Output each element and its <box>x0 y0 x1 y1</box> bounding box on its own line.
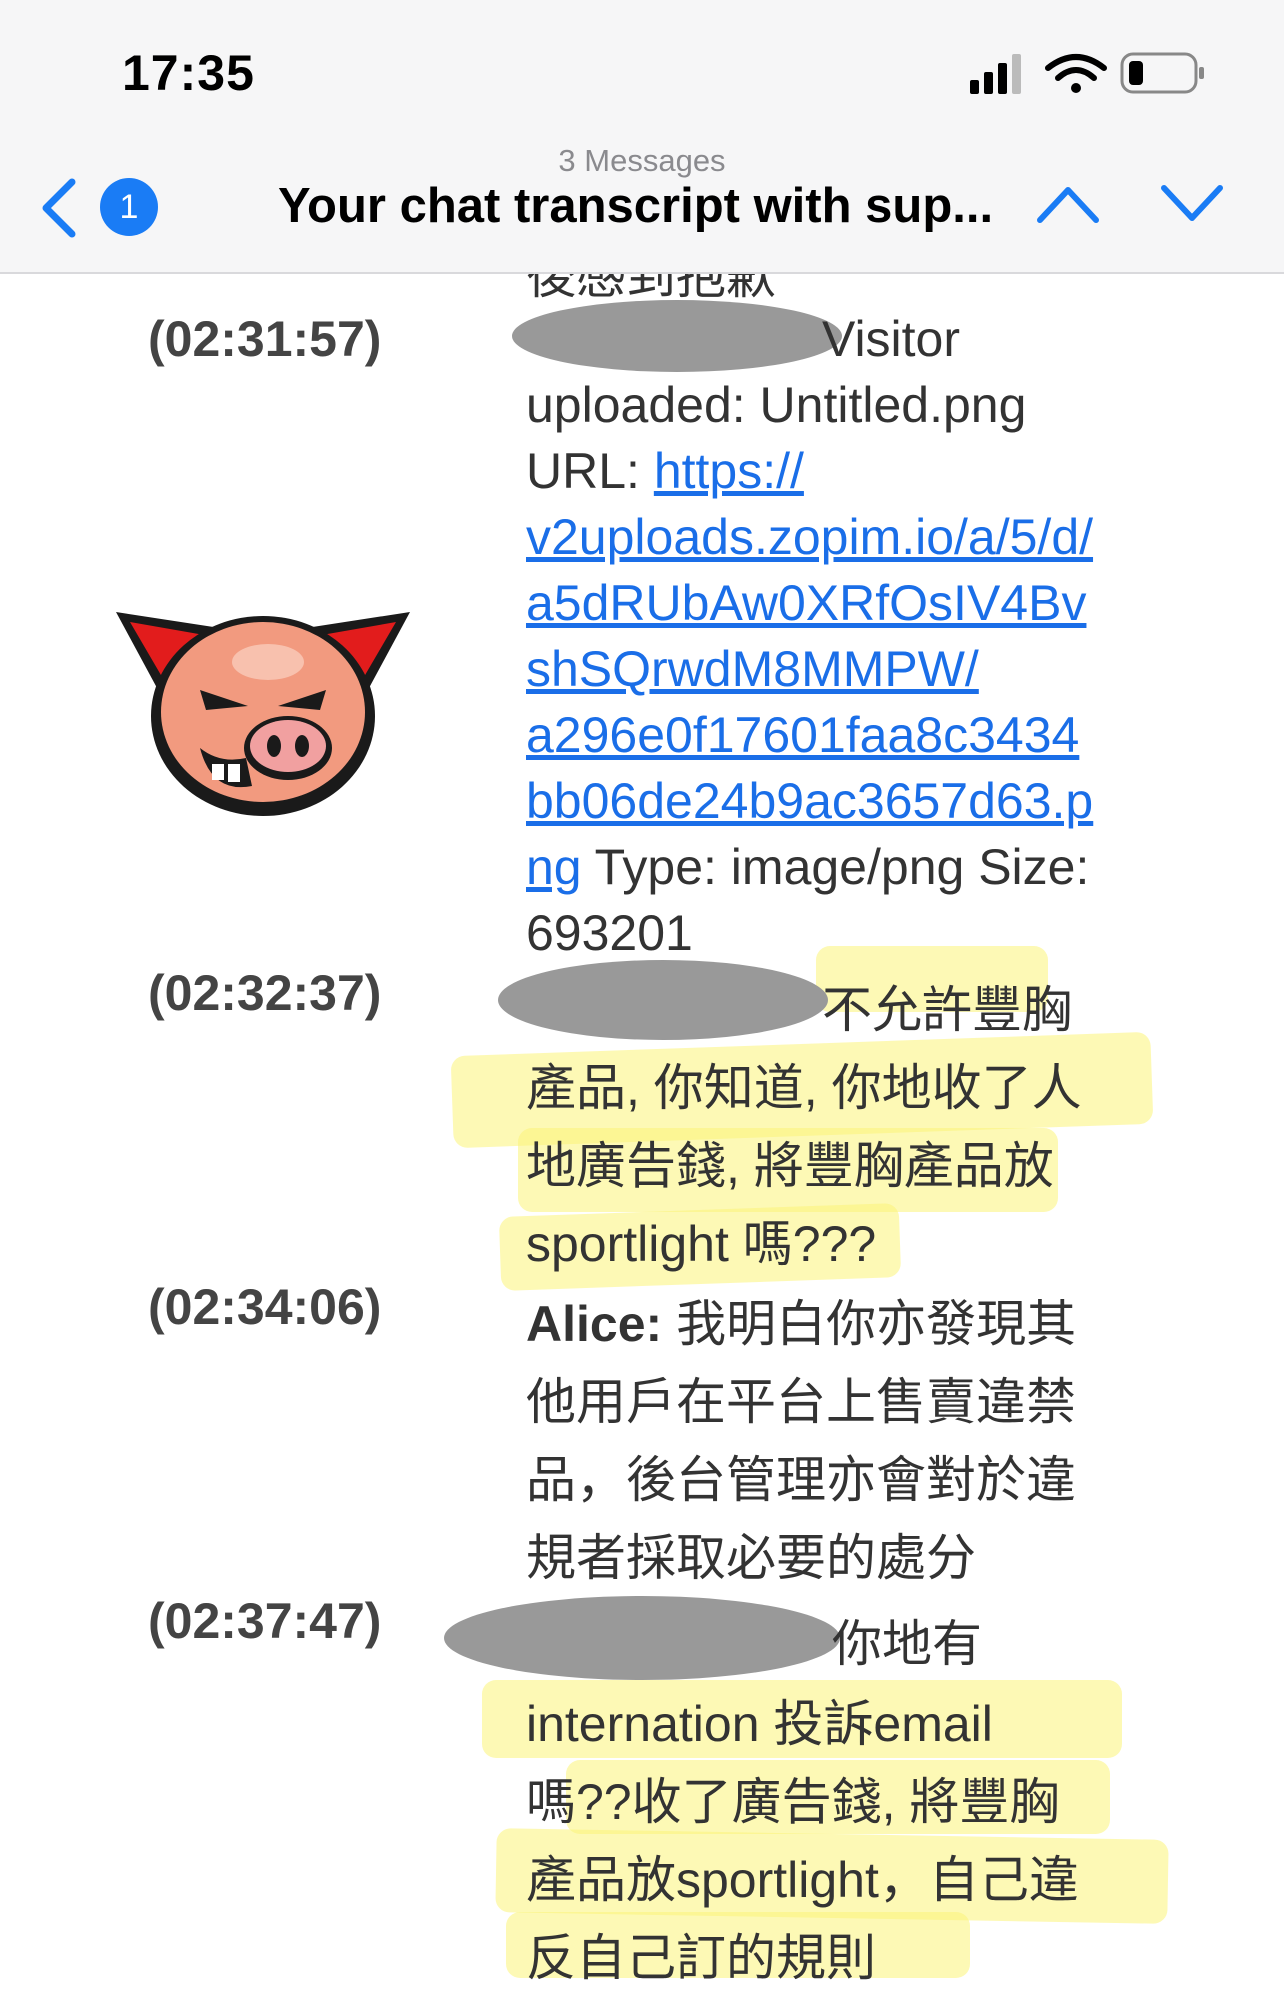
url-label: URL: <box>526 443 640 499</box>
message-text: 你地有 <box>832 1616 982 1672</box>
message-text: 地廣告錢, 將豐胸產品放 <box>526 1138 1054 1194</box>
redaction-blur <box>512 300 842 372</box>
chevron-up-icon[interactable] <box>1036 184 1100 224</box>
upload-link[interactable]: a5dRUbAw0XRfOsIV4Bv <box>526 574 1086 632</box>
unread-count-badge[interactable]: 1 <box>100 178 158 236</box>
signal-icon <box>970 54 1021 94</box>
message-count: 3 Messages <box>558 143 726 178</box>
message-text: 不允許豐胸 <box>822 982 1072 1038</box>
sender-name: Alice: <box>526 1296 663 1352</box>
message-text: 產品, 你知道, 你地收了人 <box>526 1060 1082 1116</box>
upload-link[interactable]: shSQrwdM8MMPW/ <box>526 640 979 698</box>
message-text: sportlight 嗎??? <box>526 1216 877 1272</box>
message-text: 嗎??收了廣告錢, 將豐胸 <box>526 1774 1060 1830</box>
upload-link[interactable]: https:// <box>654 443 804 499</box>
chevron-down-icon[interactable] <box>1160 184 1224 224</box>
message-text: uploaded: Untitled.png <box>526 377 1027 433</box>
message-text: 品，後台管理亦會對於違 <box>526 1452 1076 1508</box>
message-text: 產品放sportlight，自己違 <box>526 1852 1079 1908</box>
message-text: 反自己訂的規則 <box>526 1930 876 1986</box>
url-line: URL: https:// <box>526 442 804 500</box>
timestamp: (02:37:47) <box>148 1593 382 1649</box>
message-text: 我明白你亦發現其 <box>676 1296 1077 1352</box>
url-tail-line: ng Type: image/png Size: <box>526 838 1089 896</box>
timestamp: (02:31:57) <box>148 311 382 367</box>
file-type-size: Type: image/png Size: <box>594 839 1090 895</box>
status-time: 17:35 <box>122 45 255 101</box>
sender-name: Visitor <box>822 311 961 367</box>
upload-link[interactable]: v2uploads.zopim.io/a/5/d/ <box>526 508 1093 566</box>
status-icons <box>970 52 1204 94</box>
battery-icon <box>1120 52 1204 94</box>
mail-header: 17:35 1 3 Messages Your chat transcript … <box>0 0 1284 274</box>
message-text: internation 投訴email <box>526 1696 993 1752</box>
file-size-value: 693201 <box>526 905 693 961</box>
message-text: 他用戶在平台上售賣違禁 <box>526 1374 1076 1430</box>
pig-avatar-icon <box>116 612 410 816</box>
timestamp: (02:32:37) <box>148 965 382 1021</box>
thread-title: Your chat transcript with sup... <box>278 179 994 233</box>
redaction-blur <box>498 960 828 1040</box>
timestamp: (02:34:06) <box>148 1279 382 1335</box>
upload-link[interactable]: bb06de24b9ac3657d63.p <box>526 772 1093 830</box>
wifi-icon <box>1045 54 1107 93</box>
upload-link[interactable]: a296e0f17601faa8c3434 <box>526 706 1079 764</box>
upload-link[interactable]: ng <box>526 839 582 895</box>
message-text-line: Alice: 我明白你亦發現其 <box>526 1284 1076 1356</box>
message-text: 規者採取必要的處分 <box>526 1530 976 1586</box>
redaction-blur <box>444 1596 840 1680</box>
back-chevron-icon[interactable] <box>36 176 80 240</box>
